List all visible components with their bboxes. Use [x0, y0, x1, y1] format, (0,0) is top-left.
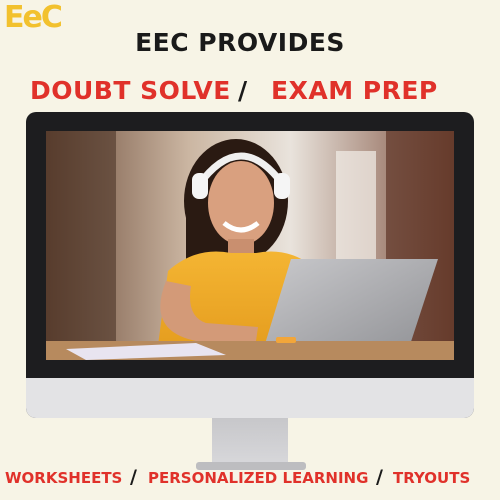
footer-tryouts: TRYOUTS — [393, 469, 471, 487]
footer-personalized-learning: PERSONALIZED LEARNING — [148, 469, 369, 487]
footer-worksheets: WORKSHEETS — [5, 469, 123, 487]
monitor-screen-photo — [46, 131, 454, 360]
student-photo — [46, 131, 454, 360]
service-doubt-solve: DOUBT SOLVE — [30, 76, 231, 105]
footer-separator-2: / — [376, 466, 383, 488]
service-separator: / — [238, 76, 248, 105]
service-exam-prep: EXAM PREP — [271, 76, 438, 105]
footer-separator-1: / — [130, 466, 137, 488]
monitor-stand — [212, 418, 288, 466]
monitor-chin — [26, 378, 474, 418]
page-title: EEC PROVIDES — [135, 28, 345, 57]
